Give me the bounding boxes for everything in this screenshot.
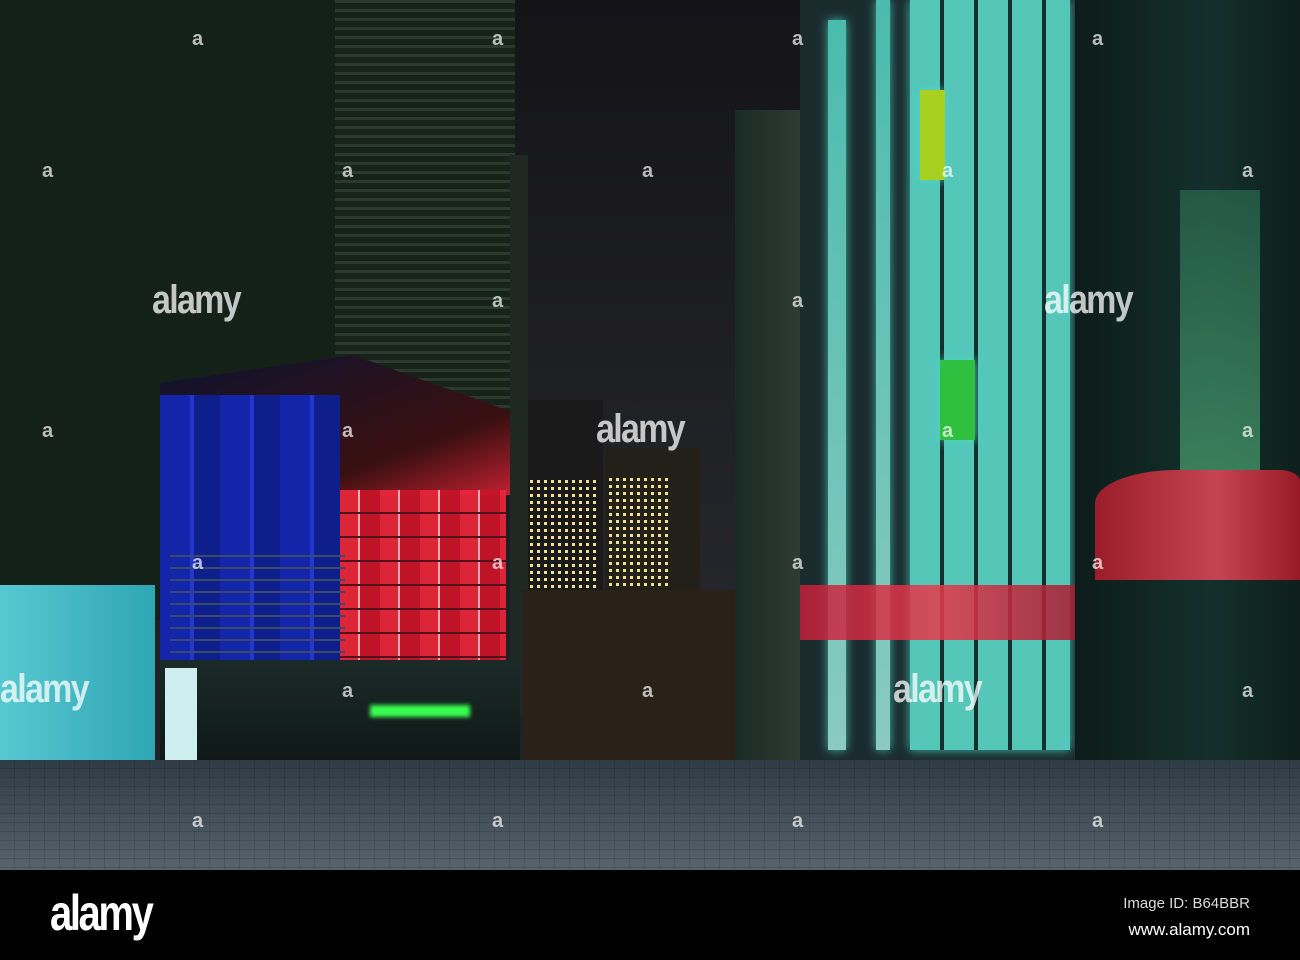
- watermark-mark: a: [792, 290, 804, 312]
- red-reflection-band: [800, 585, 1075, 640]
- night-street-photo: alamy alamy alamy alamy alamy a a a a a …: [0, 0, 1300, 870]
- right-office-building: [800, 0, 1075, 765]
- distant-tower: [528, 400, 603, 600]
- alamy-logo: alamy: [50, 885, 154, 941]
- watermark-mark: a: [1092, 810, 1104, 832]
- watermark-mark: a: [492, 810, 504, 832]
- watermark-mark: a: [42, 160, 54, 182]
- watermark-mark: a: [1242, 680, 1254, 702]
- watermark-mark: a: [192, 810, 204, 832]
- watermark-mark: a: [942, 420, 954, 442]
- image-id: Image ID: B64BBR: [1123, 895, 1250, 912]
- watermark-mark: a: [792, 810, 804, 832]
- watermark: alamy: [1044, 278, 1134, 322]
- red-glass-facade: [340, 490, 506, 670]
- watermark-mark: a: [192, 28, 204, 50]
- green-sign-light: [370, 705, 470, 717]
- watermark-mark: a: [1092, 28, 1104, 50]
- watermark-mark: a: [492, 290, 504, 312]
- watermark: alamy: [596, 407, 686, 451]
- watermark: alamy: [152, 278, 242, 322]
- watermark-mark: a: [42, 420, 54, 442]
- footer-bar: alamy Image ID: B64BBR www.alamy.com: [0, 870, 1300, 960]
- watermark-mark: a: [942, 160, 954, 182]
- watermark: alamy: [0, 667, 90, 711]
- watermark-mark: a: [342, 680, 354, 702]
- watermark: alamy: [893, 667, 983, 711]
- watermark-mark: a: [1242, 420, 1254, 442]
- watermark-mark: a: [342, 420, 354, 442]
- stock-photo: alamy alamy alamy alamy alamy a a a a a …: [0, 0, 1300, 960]
- watermark-mark: a: [492, 552, 504, 574]
- watermark-mark: a: [192, 552, 204, 574]
- distant-office-block: [605, 448, 700, 603]
- watermark-mark: a: [1242, 160, 1254, 182]
- watermark-mark: a: [492, 28, 504, 50]
- site-url[interactable]: www.alamy.com: [1128, 920, 1250, 940]
- watermark-mark: a: [792, 552, 804, 574]
- watermark-mark: a: [792, 28, 804, 50]
- brick-arcade-building: [522, 590, 737, 760]
- watermark-mark: a: [342, 160, 354, 182]
- watermark-mark: a: [1092, 552, 1104, 574]
- middle-right-building: [735, 110, 805, 760]
- watermark-mark: a: [642, 680, 654, 702]
- red-curved-reflection: [1095, 470, 1300, 580]
- watermark-mark: a: [642, 160, 654, 182]
